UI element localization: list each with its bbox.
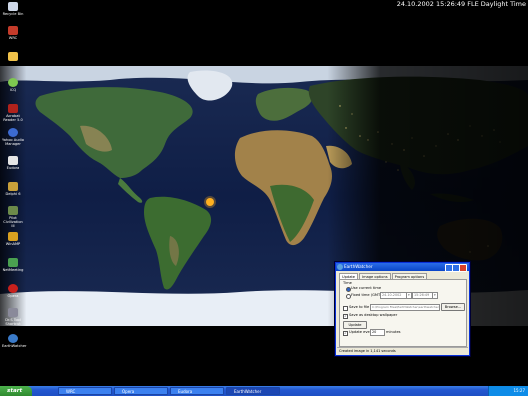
use-current-time-label: Use current time: [351, 286, 382, 290]
time-spinner[interactable]: ▾: [432, 292, 438, 299]
desktop-icon-folder[interactable]: [2, 52, 24, 62]
desktop-icon-wrc[interactable]: WRC: [2, 26, 24, 40]
earthwatcher-icon: [8, 334, 18, 343]
tool-icon: [8, 308, 18, 317]
save-to-file-checkbox[interactable]: [343, 306, 348, 311]
desktop-icon-acrobat[interactable]: Acrobat Reader 5.0: [2, 104, 24, 122]
save-path-input[interactable]: C:\Program Files\EarthWatcher\earthwatch…: [370, 304, 440, 311]
close-button[interactable]: [459, 264, 467, 272]
desktop-icon-tool[interactable]: Dr.S Tool Shortcut: [2, 308, 24, 326]
civilization-icon: [8, 206, 18, 215]
earthwatcher-window: EarthWatcher Update Image options Progra…: [335, 262, 470, 356]
task-wrc[interactable]: WRC: [58, 387, 112, 395]
desktop-icon-earthwatcher[interactable]: EarthWatcher: [2, 334, 27, 348]
desktop-icon-winamp[interactable]: WinAMP: [2, 232, 24, 246]
save-wallpaper-checkbox[interactable]: ✓: [343, 314, 348, 319]
status-bar: Created image in 1,141 seconds: [337, 347, 468, 354]
update-button[interactable]: Update: [343, 321, 367, 329]
taskbar: start WRC Opera Eudora EarthWatcher 15:2…: [0, 386, 528, 396]
start-button[interactable]: start: [0, 386, 32, 396]
desktop-icon-icq[interactable]: ICQ: [2, 78, 24, 92]
desktop-icon-eudora[interactable]: Eudora: [2, 156, 24, 170]
netmeeting-icon: [8, 258, 18, 267]
minutes-label: minutes: [386, 330, 401, 334]
desktop-icon-audio-manager[interactable]: Yahoo Audio Manager: [2, 128, 24, 146]
tray-clock[interactable]: 15:27: [513, 388, 525, 393]
audio-manager-icon: [8, 128, 18, 137]
desktop-icon-delphi[interactable]: Delphi 6: [2, 182, 24, 196]
task-eudora[interactable]: Eudora: [170, 387, 224, 395]
desktop-icon-opera[interactable]: Opera: [2, 284, 24, 298]
window-title: EarthWatcher: [344, 264, 373, 269]
system-tray: 15:27: [488, 386, 528, 396]
time-group-label: Time: [343, 281, 352, 285]
window-titlebar[interactable]: EarthWatcher: [336, 263, 469, 272]
save-wallpaper-label: Save as desktop wallpaper: [349, 313, 398, 317]
desktop-icon-netmeeting[interactable]: NetMeeting: [2, 258, 24, 272]
winamp-icon: [8, 232, 18, 241]
update-every-checkbox[interactable]: ✓: [343, 331, 348, 336]
icq-icon: [8, 78, 18, 87]
fixed-time-input[interactable]: 15:26:49: [412, 292, 433, 299]
earth-app-icon: [337, 264, 343, 270]
eudora-icon: [8, 156, 18, 165]
recycle-bin-icon: [8, 2, 18, 11]
desktop-icon-recycle-bin[interactable]: Recycle Bin: [2, 2, 24, 16]
task-earthwatcher[interactable]: EarthWatcher: [226, 387, 280, 395]
update-interval-input[interactable]: 20: [370, 329, 385, 336]
desktop-icon-civilization[interactable]: Pilot Civilization III: [2, 206, 24, 228]
fixed-date-input[interactable]: 24.10.2002: [380, 292, 407, 299]
save-to-file-label: Save to file: [349, 305, 370, 309]
fixed-time-label: Fixed time (GMT): [351, 293, 382, 297]
folder-icon: [8, 52, 18, 61]
acrobat-icon: [8, 104, 18, 113]
overlay-clock-text: 24.10.2002 15:26:49 FLE Daylight Time: [396, 0, 526, 8]
browse-button[interactable]: Browse...: [441, 303, 465, 311]
opera-icon: [8, 284, 18, 293]
update-panel: Time Use current time Fixed time (GMT) 2…: [339, 279, 467, 347]
task-opera[interactable]: Opera: [114, 387, 168, 395]
delphi-icon: [8, 182, 18, 191]
wrc-icon: [8, 26, 18, 35]
